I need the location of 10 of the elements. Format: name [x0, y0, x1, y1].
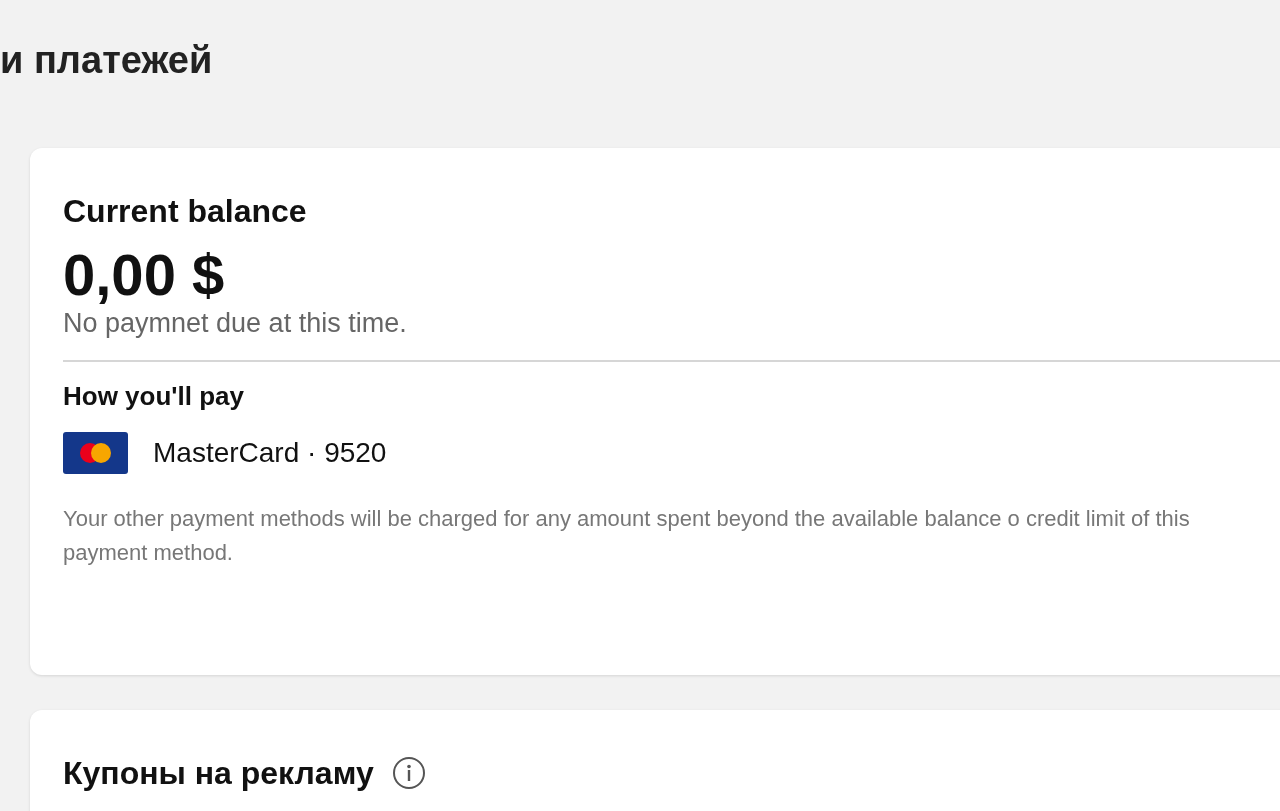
payment-note: Your other payment methods will be charged for any amount spent beyond the available balance o credit limit of this payment method.	[63, 505, 1191, 567]
balance-status: No paymnet due at this time.	[63, 307, 407, 340]
section-heading: How you'll pay	[63, 380, 244, 412]
balance-amount: 0,00 $	[63, 244, 225, 306]
page-title: и платежей	[0, 38, 213, 82]
info-icon[interactable]	[391, 756, 426, 790]
card-title: Current balance	[63, 192, 307, 230]
mastercard-icon	[63, 432, 128, 474]
card-title: Купоны на рекламу	[63, 754, 374, 792]
payment-method-label: MasterCard · 9520	[153, 436, 387, 470]
